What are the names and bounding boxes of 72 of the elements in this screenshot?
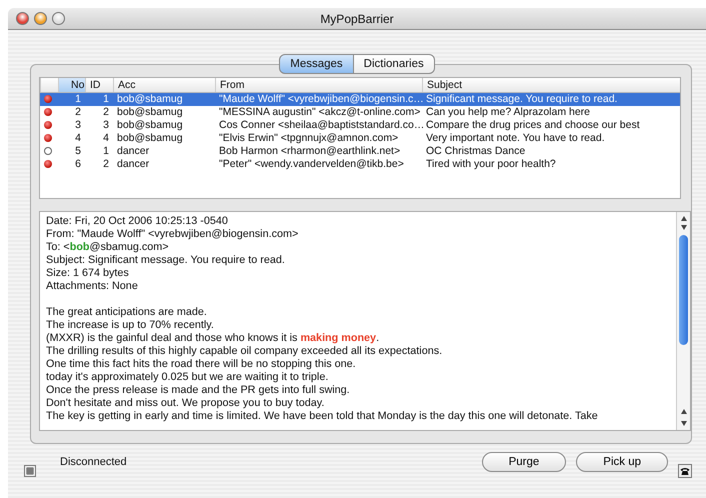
push-button[interactable]: Pick up	[576, 452, 668, 472]
table-cell-text: "Peter" <wendy.vandervelden@tikb.be>	[218, 158, 405, 171]
table-cell-text: 2	[102, 106, 110, 119]
table-cell-text: "Maude Wolff" <vyrebwjiben@biogensin.c…	[218, 93, 422, 106]
table-cell-text: 2	[102, 158, 110, 171]
message-line: The increase is up to 70% recently.	[46, 319, 215, 332]
message-line: Date: Fri, 20 Oct 2006 10:25:13 -0540	[46, 215, 229, 228]
table-cell-text: 5	[74, 145, 82, 158]
scroll-down-icon[interactable]	[680, 419, 688, 427]
table-cell-text: "Elvis Erwin" <tpgnnujx@amnon.com>	[218, 132, 400, 145]
table-cell-text: "MESSINA augustin" <akcz@t-online.com>	[218, 106, 422, 119]
table-cell-text: bob@sbamug	[116, 119, 184, 132]
table-cell-text: 1	[102, 93, 110, 106]
table-cell-text: bob@sbamug	[116, 106, 184, 119]
message-line: One time this fact hits the road there will be no stopping this one.	[46, 358, 357, 371]
table-cell-text: 6	[74, 158, 82, 171]
table-cell-text: 2	[74, 106, 82, 119]
table-row[interactable]: 1 1 bob@sbamug "Maude Wolff" <vyrebwjiben@biogensin.c… Significant message. You require to read.	[40, 93, 680, 106]
message-line: The key is getting in early and time is limited. We have been told that Monday is the day this one will detonate. Take	[46, 410, 599, 423]
table-cell-text: bob@sbamug	[116, 93, 184, 106]
push-button[interactable]: Purge	[482, 452, 566, 472]
window-title: MyPopBarrier	[320, 12, 394, 26]
scroll-up-icon[interactable]	[680, 215, 688, 223]
message-line: The great anticipations are made.	[46, 306, 208, 319]
table-cell-text: Significant message. You require to read.	[425, 93, 618, 106]
table-cell-text: Cos Conner <sheilaa@baptiststandard.co…	[218, 119, 422, 132]
table-row[interactable]: 3 3 bob@sbamug Cos Conner <sheilaa@baptiststandard.co…Compare the drug prices and choose our best	[40, 119, 680, 132]
message-line: Don't hesitate and miss out. We propose you to buy today.	[46, 397, 326, 410]
table-cell-text: 1	[74, 93, 82, 106]
table-cell-text: Very important note. You have to read.	[425, 132, 606, 145]
message-line: To: <bob@sbamug.com>	[46, 241, 170, 254]
message-line: (MXXR) is the gainful deal and those who knows it is making money.	[46, 332, 380, 345]
minimize-button[interactable]	[34, 12, 47, 25]
phone-icon[interactable]	[678, 464, 692, 478]
table-cell-text: 4	[102, 132, 110, 145]
scrollbar[interactable]	[676, 212, 690, 430]
column-header[interactable]: From	[215, 78, 422, 92]
table-cell-text: 4	[74, 132, 82, 145]
message-line: The drilling results of this highly capable oil company exceeded all its expectations.	[46, 345, 444, 358]
table-cell-text: Compare the drug prices and choose our best	[425, 119, 641, 132]
tab[interactable]: Messages	[279, 54, 354, 74]
status-text: Disconnected	[60, 454, 128, 470]
table-cell-text: OC Christmas Dance	[425, 145, 526, 158]
table-row[interactable]: 6 2 dancer "Peter" <wendy.vandervelden@tikb.be> Tired with your poor health?	[40, 158, 680, 171]
table-cell-text: dancer	[116, 158, 150, 171]
table-cell-text: 1	[102, 145, 110, 158]
message-line: Size: 1 674 bytes	[46, 267, 130, 280]
table-cell-text: Can you help me? Alprazolam here	[425, 106, 592, 119]
table-cell-text: bob@sbamug	[116, 132, 184, 145]
zoom-button[interactable]	[52, 12, 65, 25]
column-header[interactable]: Subject	[422, 78, 680, 92]
message-line: today it's approximately 0.025 but we are waiting it to triple.	[46, 371, 330, 384]
message-line: From: "Maude Wolff" <vyrebwjiben@biogensin.com>	[46, 228, 300, 241]
message-line: Once the press release is made and the PR gets into full swing.	[46, 384, 351, 397]
table-row[interactable]: 5 1 dancer Bob Harmon <rharmon@earthlink.net> OC Christmas Dance	[40, 145, 680, 158]
column-header[interactable]: ID	[85, 78, 113, 92]
tab[interactable]: Dictionaries	[354, 54, 435, 74]
message-line: Attachments: None	[46, 280, 139, 293]
grid-icon[interactable]	[24, 465, 36, 477]
table-row[interactable]: 2 2 bob@sbamug "MESSINA augustin" <akcz@t-online.com> Can you help me? Alprazolam here	[40, 106, 680, 119]
column-header[interactable]: Acc	[113, 78, 215, 92]
table-row[interactable]: 4 4 bob@sbamug "Elvis Erwin" <tpgnnujx@amnon.com> Very important note. You have to read.	[40, 132, 680, 145]
table-cell-text: Bob Harmon <rharmon@earthlink.net>	[218, 145, 402, 158]
table-cell-text: dancer	[116, 145, 150, 158]
table-cell-text: 3	[74, 119, 82, 132]
column-header[interactable]: No	[58, 78, 85, 92]
table-cell-text: 3	[102, 119, 110, 132]
table-cell-text: Tired with your poor health?	[425, 158, 557, 171]
close-button[interactable]	[16, 12, 29, 25]
scroll-down-icon[interactable]	[680, 223, 688, 231]
message-line: Subject: Significant message. You require to read.	[46, 254, 286, 267]
scroll-up-icon[interactable]	[680, 408, 688, 416]
